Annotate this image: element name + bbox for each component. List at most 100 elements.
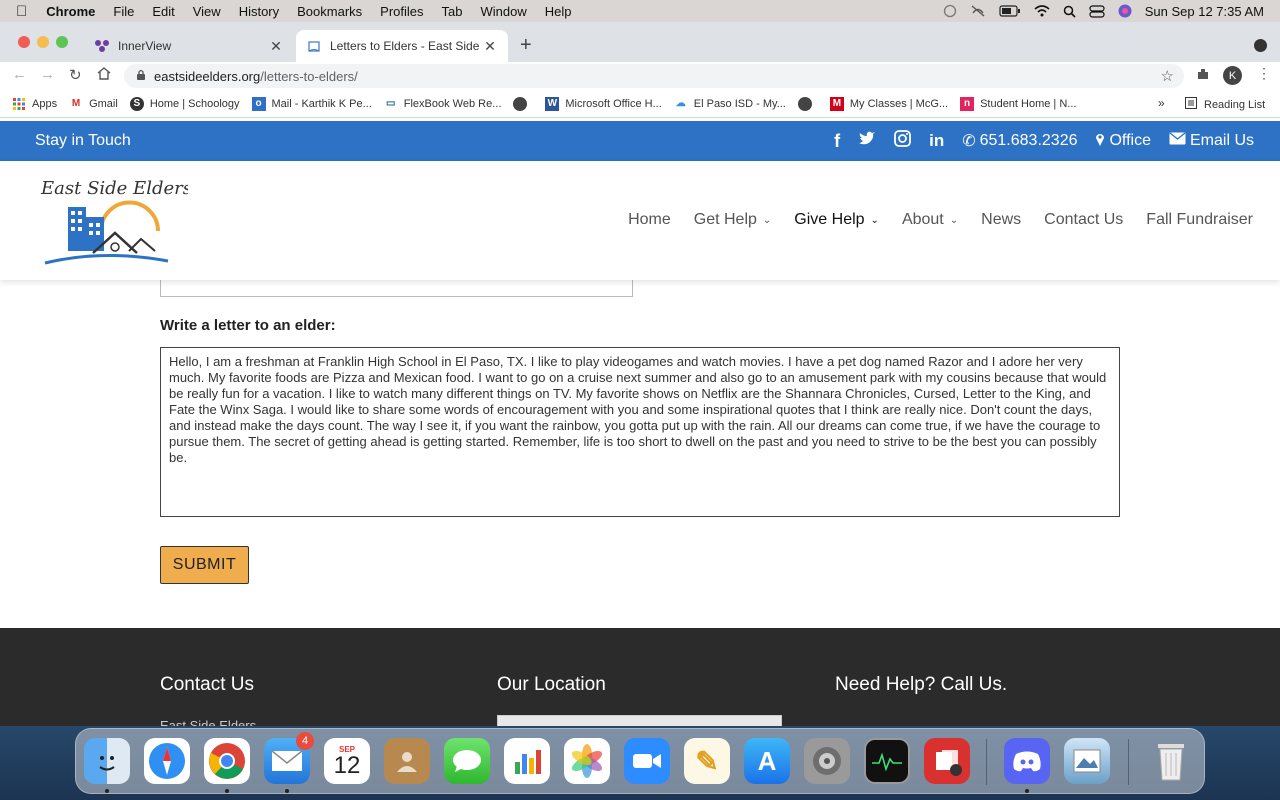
wifi-icon[interactable] bbox=[1034, 5, 1050, 17]
menu-app-chrome[interactable]: Chrome bbox=[37, 4, 104, 19]
bookmark-globe-2[interactable] bbox=[797, 96, 818, 111]
new-tab-plus-icon[interactable]: + bbox=[520, 34, 532, 57]
site-footer: Contact Us Our Location Need Help? Call … bbox=[0, 628, 1280, 726]
menu-profiles[interactable]: Profiles bbox=[371, 4, 432, 19]
calendar-icon[interactable]: SEP 12 bbox=[324, 738, 370, 784]
chrome-menu-icon[interactable]: ⋮ bbox=[1257, 65, 1271, 82]
menu-bookmarks[interactable]: Bookmarks bbox=[288, 4, 371, 19]
tab-search-icon[interactable] bbox=[1254, 39, 1267, 52]
menu-edit[interactable]: Edit bbox=[143, 4, 183, 19]
bookmark-mcgraw[interactable]: M My Classes | McG... bbox=[829, 96, 948, 111]
close-tab-icon[interactable]: ✕ bbox=[268, 38, 284, 55]
running-indicator bbox=[1025, 789, 1029, 793]
location-map[interactable] bbox=[497, 715, 782, 726]
app-store-icon[interactable]: A bbox=[744, 738, 790, 784]
tab-letters-to-elders[interactable]: Letters to Elders - East Side Elders ✕ bbox=[296, 30, 508, 62]
close-tab-icon[interactable]: ✕ bbox=[482, 38, 498, 55]
zoom-icon[interactable] bbox=[624, 738, 670, 784]
menubar-clock[interactable]: Sun Sep 12 7:35 AM bbox=[1145, 4, 1264, 19]
word-icon: W bbox=[545, 96, 560, 111]
email-link[interactable]: Email Us bbox=[1169, 132, 1254, 150]
linkedin-icon[interactable]: in bbox=[929, 131, 944, 151]
photos-icon[interactable] bbox=[564, 738, 610, 784]
window-close-button[interactable] bbox=[18, 36, 30, 48]
letter-textarea[interactable]: Hello, I am a freshman at Franklin High … bbox=[160, 347, 1120, 517]
nav-about[interactable]: About ⌄ bbox=[902, 211, 958, 229]
bookmark-office[interactable]: W Microsoft Office H... bbox=[545, 96, 662, 111]
profile-avatar[interactable]: K bbox=[1223, 66, 1242, 85]
discord-icon[interactable] bbox=[1004, 738, 1050, 784]
bookmark-gmail[interactable]: M Gmail bbox=[69, 97, 118, 111]
bookmark-apps[interactable]: Apps bbox=[12, 97, 57, 111]
office-link[interactable]: Office bbox=[1095, 132, 1151, 151]
facebook-icon[interactable]: f bbox=[834, 131, 840, 152]
numbers-icon[interactable] bbox=[504, 738, 550, 784]
contacts-icon[interactable] bbox=[384, 738, 430, 784]
nav-get-help[interactable]: Get Help ⌄ bbox=[694, 211, 772, 229]
preview-icon[interactable] bbox=[1064, 738, 1110, 784]
more-bookmarks-chevron-icon[interactable]: » bbox=[1158, 96, 1165, 110]
menu-tab[interactable]: Tab bbox=[433, 4, 472, 19]
battery-icon[interactable] bbox=[999, 5, 1021, 17]
bookmark-flexbook[interactable]: ▭ FlexBook Web Re... bbox=[384, 97, 501, 111]
trash-icon[interactable] bbox=[1148, 738, 1194, 784]
home-icon[interactable] bbox=[97, 67, 111, 85]
map-pin-icon bbox=[1095, 132, 1105, 151]
gmail-icon: M bbox=[71, 98, 81, 109]
mute-icon[interactable] bbox=[970, 4, 986, 18]
submit-button[interactable]: SUBMIT bbox=[160, 546, 249, 584]
nav-fall-fundraiser[interactable]: Fall Fundraiser bbox=[1146, 211, 1253, 229]
nav-contact-us[interactable]: Contact Us bbox=[1044, 211, 1123, 229]
east-side-elders-logo[interactable]: East Side Elders bbox=[33, 171, 192, 271]
menu-view[interactable]: View bbox=[184, 4, 230, 19]
focus-icon[interactable] bbox=[943, 4, 957, 18]
bookmark-star-icon[interactable]: ☆ bbox=[1161, 67, 1174, 85]
flexbook-icon: ▭ bbox=[386, 98, 396, 109]
pages-icon[interactable]: ✎ bbox=[684, 738, 730, 784]
bookmark-episd[interactable]: ☁ El Paso ISD - My... bbox=[674, 97, 786, 111]
system-preferences-icon[interactable] bbox=[804, 738, 850, 784]
chrome-icon[interactable] bbox=[204, 738, 250, 784]
reload-icon[interactable]: ↻ bbox=[69, 66, 82, 84]
bookmark-mail[interactable]: o Mail - Karthik K Pe... bbox=[251, 96, 372, 111]
finder-icon[interactable] bbox=[84, 738, 130, 784]
forward-arrow-icon[interactable]: → bbox=[40, 66, 55, 83]
url-path: /letters-to-elders/ bbox=[260, 68, 358, 84]
student-icon: n bbox=[960, 96, 975, 111]
dock-separator bbox=[986, 739, 987, 785]
twitter-icon[interactable] bbox=[858, 131, 876, 151]
menu-file[interactable]: File bbox=[104, 4, 143, 19]
activity-monitor-icon[interactable] bbox=[864, 738, 910, 784]
nav-news[interactable]: News bbox=[981, 211, 1021, 229]
control-center-icon[interactable] bbox=[1089, 4, 1105, 18]
spotlight-search-icon[interactable] bbox=[1063, 5, 1076, 18]
photo-booth-icon[interactable] bbox=[924, 738, 970, 784]
running-indicator bbox=[285, 789, 289, 793]
outlook-icon: o bbox=[251, 96, 266, 111]
siri-icon[interactable] bbox=[1118, 4, 1132, 18]
nav-give-help[interactable]: Give Help ⌄ bbox=[794, 211, 879, 229]
bookmark-student-home[interactable]: n Student Home | N... bbox=[960, 96, 1076, 111]
bookmark-globe[interactable] bbox=[513, 96, 533, 111]
tab-innerview[interactable]: InnerView ✕ bbox=[84, 30, 294, 62]
phone-link[interactable]: ✆ 651.683.2326 bbox=[962, 131, 1077, 151]
safari-icon[interactable] bbox=[144, 738, 190, 784]
window-minimize-button[interactable] bbox=[37, 36, 49, 48]
nav-home[interactable]: Home bbox=[628, 211, 671, 229]
window-zoom-button[interactable] bbox=[56, 36, 68, 48]
browser-tab-strip: InnerView ✕ Letters to Elders - East Sid… bbox=[0, 22, 1280, 62]
messages-icon[interactable] bbox=[444, 738, 490, 784]
apple-menu-icon[interactable]:  bbox=[0, 3, 37, 20]
bookmark-schoology[interactable]: S Home | Schoology bbox=[129, 96, 240, 111]
menu-window[interactable]: Window bbox=[472, 4, 536, 19]
address-bar[interactable]: eastsideelders.org/letters-to-elders/ ☆ bbox=[124, 64, 1184, 88]
mail-badge: 4 bbox=[296, 732, 314, 750]
extensions-puzzle-icon[interactable] bbox=[1196, 67, 1210, 86]
tab-title: InnerView bbox=[118, 39, 172, 53]
site-header: East Side Elders Home Get Help ⌄ Give Hel… bbox=[0, 161, 1280, 280]
menu-history[interactable]: History bbox=[230, 4, 288, 19]
back-arrow-icon[interactable]: ← bbox=[12, 66, 27, 83]
reading-list-button[interactable]: Reading List bbox=[1185, 97, 1265, 112]
instagram-icon[interactable] bbox=[894, 130, 911, 152]
menu-help[interactable]: Help bbox=[536, 4, 581, 19]
